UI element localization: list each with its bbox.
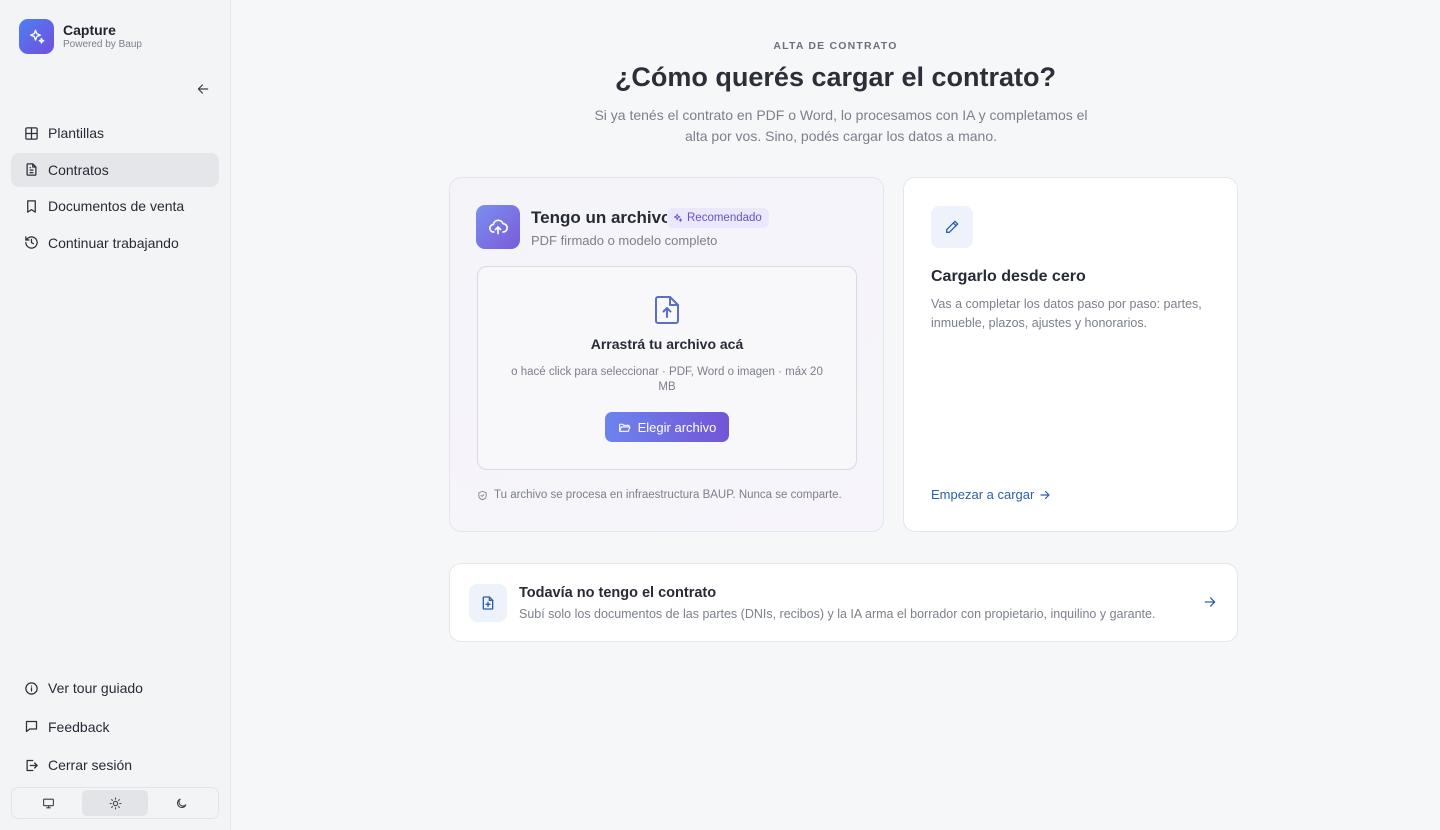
sidebar-item-continuar-trabajando[interactable]: Continuar trabajando: [11, 226, 219, 260]
no-contract-description: Subí solo los documentos de las partes (…: [519, 607, 1156, 621]
upload-card-title: Tengo un archivo: [531, 208, 672, 227]
shield-check-icon: [478, 490, 487, 500]
page-subtitle: Si ya tenés el contrato en PDF o Word, l…: [594, 107, 1088, 144]
main-content: ALTA DE CONTRATO ¿Cómo querés cargar el …: [231, 0, 1440, 830]
info-icon: [23, 680, 39, 696]
arrow-right-icon: [1203, 595, 1217, 614]
sidebar-item-label: Ver tour guiado: [48, 680, 143, 696]
manual-option-card[interactable]: Cargarlo desde cero Vas a completar los …: [903, 177, 1238, 532]
brand-name: Capture: [63, 22, 116, 38]
privacy-note: Tu archivo se procesa en infraestructura…: [477, 489, 842, 501]
sidebar-item-label: Cerrar sesión: [48, 757, 133, 773]
theme-switch: [11, 787, 219, 819]
monitor-icon: [42, 798, 54, 808]
privacy-text: Tu archivo se procesa en infraestructura…: [494, 489, 842, 501]
history-icon: [23, 235, 39, 251]
upload-card-subtitle: PDF firmado o modelo completo: [531, 233, 718, 248]
sidebar-item-feedback[interactable]: Feedback: [11, 710, 219, 744]
sidebar-item-ver-tour-guiado[interactable]: Ver tour guiado: [11, 671, 219, 705]
logout-icon: [23, 757, 39, 773]
choose-file-button[interactable]: Elegir archivo: [605, 412, 729, 442]
main-nav: Plantillas Contratos Documentos de venta…: [11, 116, 219, 262]
start-manual-label: Empezar a cargar: [931, 487, 1035, 502]
theme-system-button[interactable]: [15, 790, 82, 816]
arrow-right-icon: [1040, 490, 1050, 499]
sidebar-item-contratos[interactable]: Contratos: [11, 152, 219, 187]
sidebar: Capture Powered by Baup Plantillas Contr…: [0, 0, 231, 830]
collapse-sidebar-button[interactable]: [193, 79, 213, 99]
sparkles-icon: [674, 213, 683, 222]
bookmark-icon: [23, 198, 39, 214]
sidebar-item-label: Documentos de venta: [48, 198, 185, 214]
manual-card-title: Cargarlo desde cero: [931, 268, 1086, 285]
file-plus-icon: [469, 584, 507, 622]
no-contract-title: Todavía no tengo el contrato: [519, 585, 717, 601]
arrow-left-icon: [197, 84, 209, 94]
moon-icon: [177, 798, 187, 808]
brand-subtitle: Powered by Baup: [63, 39, 142, 50]
sidebar-item-cerrar-sesion[interactable]: Cerrar sesión: [11, 748, 219, 782]
sidebar-item-label: Feedback: [48, 718, 110, 735]
page-eyebrow: ALTA DE CONTRATO: [773, 40, 898, 52]
pencil-icon: [931, 206, 973, 248]
badge-label: Recomendado: [687, 212, 762, 224]
theme-dark-button[interactable]: [148, 790, 215, 816]
recommended-badge: Recomendado: [667, 208, 769, 228]
file-upload-icon: [654, 295, 680, 330]
dropzone-hint: o hacé click para seleccionar · PDF, Wor…: [511, 366, 823, 393]
sun-icon: [109, 797, 121, 809]
message-icon: [23, 719, 39, 735]
sidebar-item-label: Contratos: [48, 161, 109, 178]
file-dropzone[interactable]: Arrastrá tu archivo acá o hacé click par…: [477, 266, 857, 470]
dropzone-title: Arrastrá tu archivo acá: [590, 336, 744, 352]
no-contract-option-card[interactable]: Todavía no tengo el contrato Subí solo l…: [449, 563, 1238, 642]
brand[interactable]: Capture Powered by Baup: [19, 19, 142, 54]
sidebar-item-label: Continuar trabajando: [48, 234, 179, 251]
sidebar-item-label: Plantillas: [48, 125, 105, 141]
manual-card-description: Vas a completar los datos paso por paso:…: [931, 297, 1202, 330]
secondary-nav: Ver tour guiado Feedback Cerrar sesión: [11, 671, 219, 787]
document-icon: [23, 162, 39, 178]
page-title: ¿Cómo querés cargar el contrato?: [614, 62, 1057, 92]
grid-icon: [23, 125, 39, 141]
theme-light-button[interactable]: [81, 790, 149, 816]
upload-option-card: Tengo un archivo Recomendado PDF firmado…: [449, 177, 884, 532]
sidebar-item-plantillas[interactable]: Plantillas: [11, 116, 219, 150]
choose-file-label: Elegir archivo: [637, 419, 717, 435]
sparkles-icon: [19, 19, 54, 54]
start-manual-link[interactable]: Empezar a cargar: [931, 487, 1051, 502]
folder-open-icon: [618, 423, 631, 432]
cloud-upload-icon: [476, 205, 520, 249]
sidebar-item-documentos-de-venta[interactable]: Documentos de venta: [11, 189, 219, 223]
